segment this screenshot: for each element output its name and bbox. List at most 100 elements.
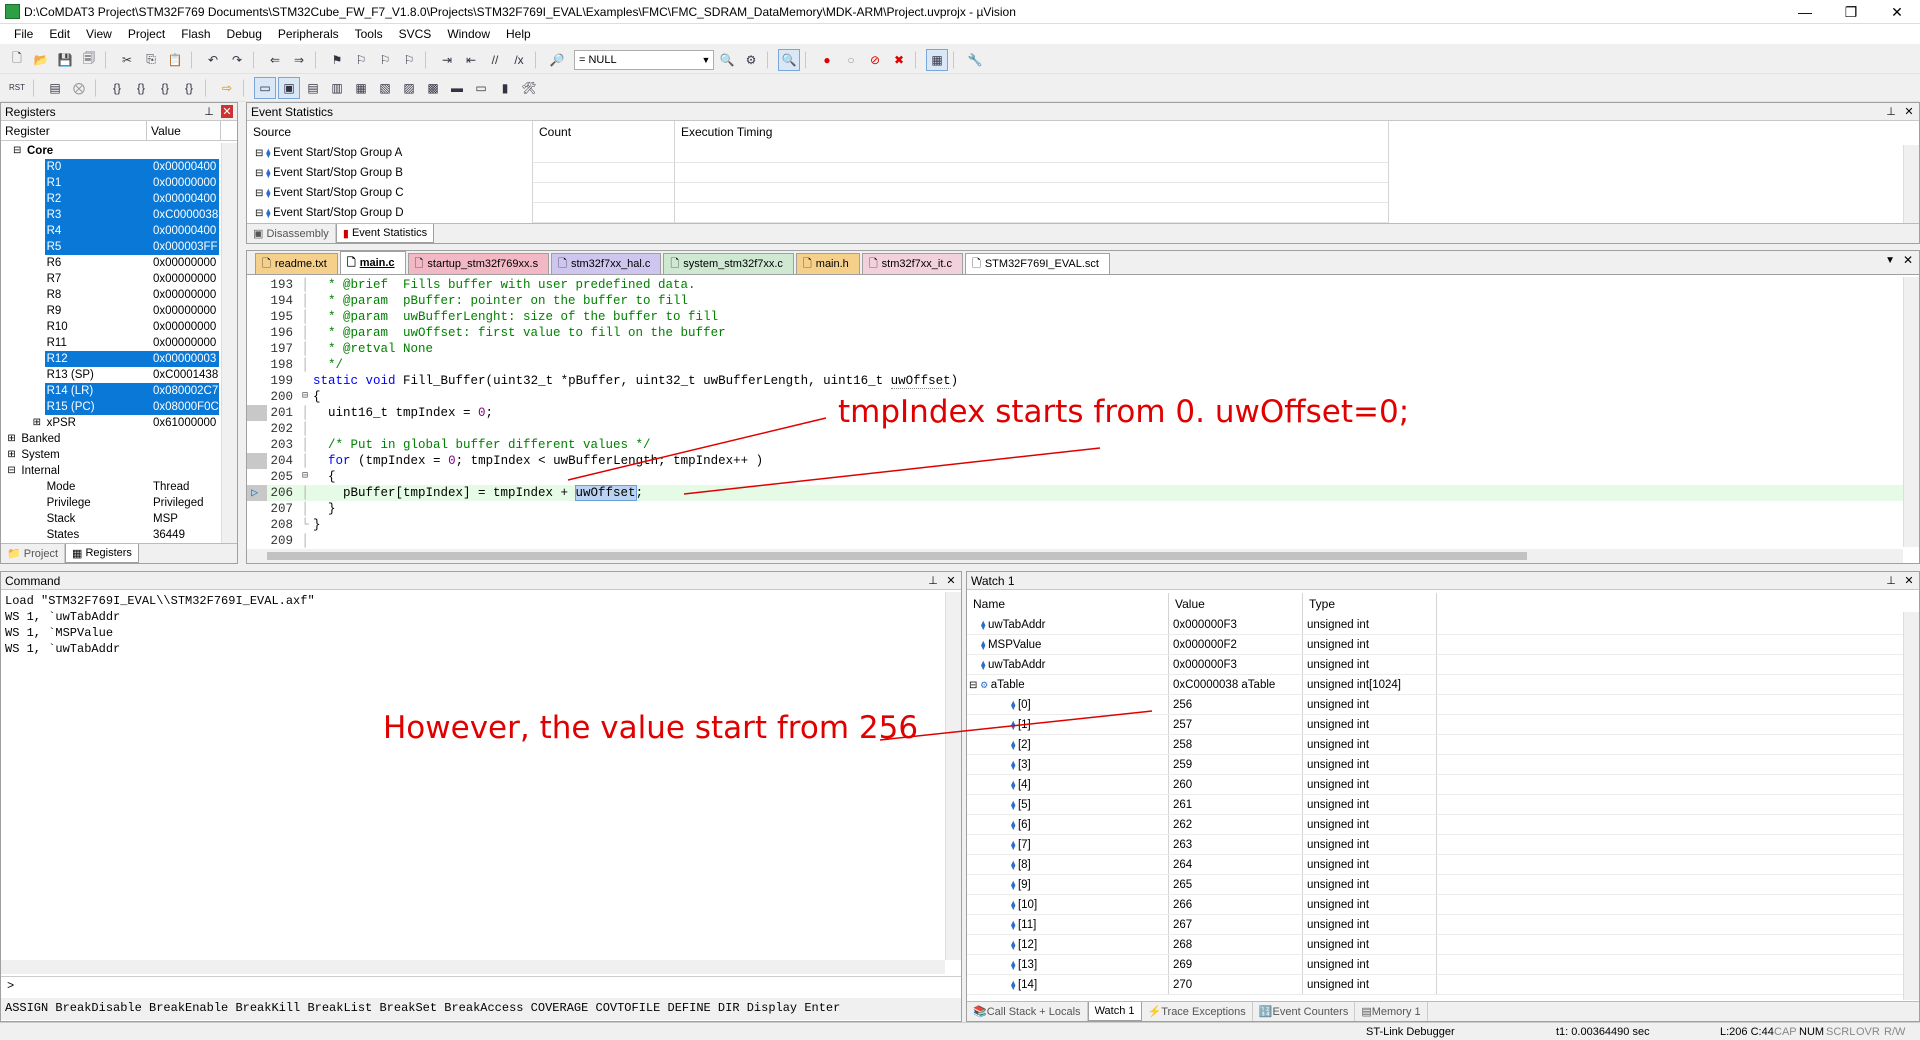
- breakpoint-gutter[interactable]: [247, 453, 267, 469]
- breakpoint-gutter[interactable]: [247, 325, 267, 341]
- register-row[interactable]: R5 0x000003FF: [1, 239, 237, 255]
- collapse-icon[interactable]: ⊟: [255, 208, 266, 219]
- event-group-row[interactable]: ⊟ ⧫ Event Start/Stop Group A: [247, 143, 1919, 163]
- register-row[interactable]: R13 (SP) 0xC0001438: [1, 367, 237, 383]
- menu-tools[interactable]: Tools: [347, 27, 391, 41]
- close-icon[interactable]: ✕: [221, 105, 233, 118]
- watch-row[interactable]: ⧫ [8] 264 unsigned int: [967, 855, 1919, 875]
- watch-window-icon[interactable]: ▧: [374, 77, 396, 99]
- watch-var-value[interactable]: 0x000000F3: [1169, 655, 1303, 674]
- register-row[interactable]: R2 0x00000400: [1, 191, 237, 207]
- code-line[interactable]: 208 └}: [247, 517, 1919, 533]
- expand-icon[interactable]: ⊞: [33, 415, 43, 431]
- collapse-icon[interactable]: ⊟: [13, 143, 23, 159]
- menu-project[interactable]: Project: [120, 27, 173, 41]
- analysis-window-icon[interactable]: ▬: [446, 77, 468, 99]
- watch-var-value[interactable]: 269: [1169, 955, 1303, 974]
- menu-file[interactable]: File: [6, 27, 41, 41]
- expand-icon[interactable]: ⊞: [7, 447, 17, 463]
- indent-icon[interactable]: ⇥: [436, 49, 458, 71]
- close-icon[interactable]: ✕: [1903, 574, 1915, 587]
- code-line[interactable]: 199 static void Fill_Buffer(uint32_t *pBu…: [247, 373, 1919, 389]
- register-group-banked[interactable]: ⊞ Banked: [1, 431, 237, 447]
- watch-row[interactable]: ⧫ [9] 265 unsigned int: [967, 875, 1919, 895]
- code-line[interactable]: 209 │: [247, 533, 1919, 549]
- breakpoint-gutter[interactable]: [247, 277, 267, 293]
- tab-trace-exceptions[interactable]: ⚡ Trace Exceptions: [1142, 1002, 1253, 1021]
- watch-row[interactable]: ⧫ [2] 258 unsigned int: [967, 735, 1919, 755]
- register-row[interactable]: R15 (PC) 0x08000F0C: [1, 399, 237, 415]
- breakpoint-gutter[interactable]: [247, 533, 267, 549]
- code-line[interactable]: 197 │ * @retval None: [247, 341, 1919, 357]
- memory-window-icon[interactable]: ▨: [398, 77, 420, 99]
- chevron-down-icon[interactable]: ▼: [699, 55, 713, 65]
- editor-tab-main-c[interactable]: 🗋 main.c: [339, 251, 406, 274]
- breakpoint-gutter[interactable]: [247, 357, 267, 373]
- find-combo[interactable]: = NULL ▼: [574, 49, 714, 70]
- editor-tab-startup-stm32f769xx-s[interactable]: 🗋 startup_stm32f769xx.s: [407, 253, 550, 274]
- watch-var-value[interactable]: 266: [1169, 895, 1303, 914]
- editor-tab-stm32f7xx-it-c[interactable]: 🗋 stm32f7xx_it.c: [861, 253, 963, 274]
- nav-forward-icon[interactable]: ⇒: [288, 49, 310, 71]
- menu-view[interactable]: View: [78, 27, 120, 41]
- undo-icon[interactable]: ↶: [202, 49, 224, 71]
- breakpoint-gutter[interactable]: [247, 437, 267, 453]
- menu-debug[interactable]: Debug: [219, 27, 270, 41]
- editor-vertical-scrollbar[interactable]: [1903, 277, 1919, 547]
- register-group-internal[interactable]: ⊟ Internal: [1, 463, 237, 479]
- pin-icon[interactable]: ⊥: [1885, 105, 1897, 118]
- command-window-icon[interactable]: ▭: [254, 76, 276, 99]
- disassembly-window-icon[interactable]: ▣: [278, 76, 300, 99]
- collapse-icon[interactable]: ⊟: [255, 148, 266, 159]
- kill-breakpoints-icon[interactable]: ✖: [888, 49, 910, 71]
- watch-var-value[interactable]: 261: [1169, 795, 1303, 814]
- watch-row[interactable]: ⧫ [7] 263 unsigned int: [967, 835, 1919, 855]
- register-row[interactable]: R9 0x00000000: [1, 303, 237, 319]
- clear-bookmarks-icon[interactable]: ⚐: [398, 49, 420, 71]
- code-line[interactable]: 203 │ /* Put in global buffer different v…: [247, 437, 1919, 453]
- watch-row[interactable]: ⊟ ⚙ aTable 0xC0000038 aTable unsigned int[…: [967, 675, 1919, 695]
- find-in-files-icon[interactable]: 🔎: [546, 49, 568, 71]
- debug-session-icon[interactable]: 🔍: [778, 48, 800, 71]
- watch-var-value[interactable]: 263: [1169, 835, 1303, 854]
- expand-icon[interactable]: ⊞: [7, 431, 17, 447]
- register-row[interactable]: R0 0x00000400: [1, 159, 237, 175]
- tab-disassembly[interactable]: ▣ Disassembly: [247, 224, 336, 243]
- watch-var-value[interactable]: 267: [1169, 915, 1303, 934]
- watch-var-value[interactable]: 257: [1169, 715, 1303, 734]
- command-scrollbar[interactable]: [945, 592, 961, 960]
- collapse-icon[interactable]: ⊟: [7, 463, 17, 479]
- watch-row[interactable]: ⧫ [12] 268 unsigned int: [967, 935, 1919, 955]
- disable-breakpoints-icon[interactable]: ⊘: [864, 49, 886, 71]
- uncomment-icon[interactable]: /x: [508, 49, 530, 71]
- event-group-row[interactable]: ⊟ ⧫ Event Start/Stop Group C: [247, 183, 1919, 203]
- collapse-icon[interactable]: ⊟: [969, 680, 980, 691]
- serial-window-icon[interactable]: ▩: [422, 77, 444, 99]
- minimize-button[interactable]: —: [1782, 0, 1828, 24]
- internal-row[interactable]: States 36449: [1, 527, 237, 541]
- register-row[interactable]: R10 0x00000000: [1, 319, 237, 335]
- tab-registers[interactable]: ▦ Registers: [65, 544, 139, 563]
- tab-memory-1[interactable]: ▤ Memory 1: [1355, 1002, 1428, 1021]
- find-icon[interactable]: 🔍: [716, 49, 738, 71]
- breakpoint-gutter[interactable]: [247, 341, 267, 357]
- register-row[interactable]: R4 0x00000400: [1, 223, 237, 239]
- editor-tab-stm32f7xx-hal-c[interactable]: 🗋 stm32f7xx_hal.c: [551, 253, 662, 274]
- save-icon[interactable]: 💾: [54, 49, 76, 71]
- internal-row[interactable]: Privilege Privileged: [1, 495, 237, 511]
- watch-row[interactable]: ⧫ [3] 259 unsigned int: [967, 755, 1919, 775]
- internal-row[interactable]: Stack MSP: [1, 511, 237, 527]
- copy-icon[interactable]: ⎘: [140, 49, 162, 71]
- pin-icon[interactable]: ⊥: [203, 105, 215, 118]
- code-line[interactable]: 193 │ * @brief Fills buffer with user pre…: [247, 277, 1919, 293]
- registers-scrollbar[interactable]: [221, 143, 237, 545]
- watch-row[interactable]: ⧫ MSPValue 0x000000F2 unsigned int: [967, 635, 1919, 655]
- insert-breakpoint-icon[interactable]: ●: [816, 49, 838, 71]
- watch-row[interactable]: ⧫ [1] 257 unsigned int: [967, 715, 1919, 735]
- breakpoint-gutter[interactable]: [247, 389, 267, 405]
- watch-row[interactable]: ⧫ [4] 260 unsigned int: [967, 775, 1919, 795]
- maximize-button[interactable]: ❐: [1828, 0, 1874, 24]
- timing-column-header[interactable]: Execution Timing: [675, 121, 1389, 143]
- tab-watch-1[interactable]: Watch 1: [1087, 1002, 1142, 1021]
- breakpoint-gutter[interactable]: [247, 469, 267, 485]
